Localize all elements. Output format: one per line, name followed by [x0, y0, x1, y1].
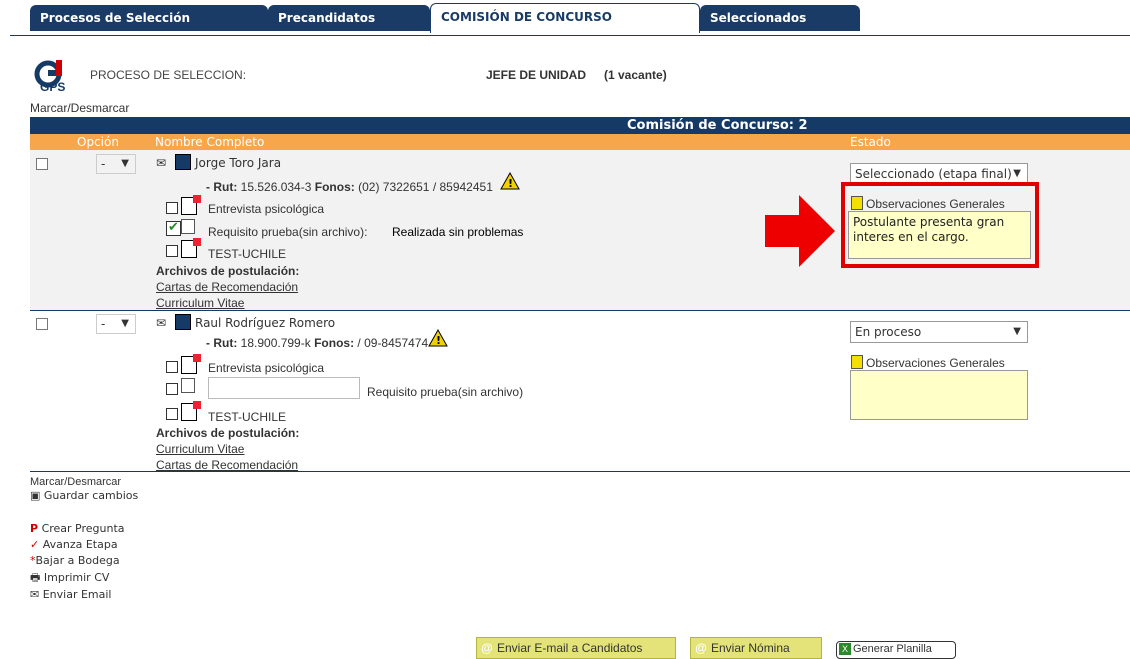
- note-icon: [851, 355, 863, 369]
- row-select-checkbox[interactable]: [36, 158, 48, 170]
- task-checkbox[interactable]: [166, 245, 178, 257]
- rut-line: - Rut: 18.900.799-k Fonos: / 09-8457474: [206, 336, 429, 350]
- task-label: Requisito prueba(sin archivo): [367, 385, 524, 399]
- warning-icon[interactable]: !: [500, 171, 520, 193]
- files-label: Archivos de postulación:: [156, 426, 300, 440]
- task-result-input[interactable]: [208, 377, 360, 399]
- col-state: Estado: [850, 135, 891, 149]
- send-nomina-button[interactable]: @ Enviar Nómina: [690, 637, 822, 659]
- email-icon[interactable]: ✉: [156, 316, 166, 330]
- profile-icon[interactable]: [175, 154, 191, 170]
- state-select[interactable]: En proceso ▼: [850, 321, 1028, 343]
- edit-icon[interactable]: [181, 378, 195, 393]
- row-divider: [30, 310, 1130, 311]
- upload-icon[interactable]: [181, 238, 201, 258]
- envelope-icon: ✉: [30, 588, 40, 601]
- candidate-name[interactable]: Raul Rodríguez Romero: [195, 316, 335, 330]
- row-select-checkbox[interactable]: [36, 318, 48, 330]
- printer-icon: 🖶: [30, 571, 41, 584]
- toggle-all-top[interactable]: Marcar/Desmarcar: [30, 101, 129, 115]
- task-label: TEST-UCHILE: [208, 410, 287, 424]
- task-checkbox[interactable]: [166, 408, 178, 420]
- excel-icon: X: [839, 643, 851, 655]
- table-title: Comisión de Concurso: 2: [627, 118, 808, 133]
- tab-comision[interactable]: COMISIÓN DE CONCURSO: [430, 3, 700, 33]
- email-icon[interactable]: ✉: [156, 156, 166, 170]
- upload-icon[interactable]: [181, 354, 201, 374]
- task-checkbox[interactable]: [166, 383, 178, 395]
- tab-seleccionados[interactable]: Seleccionados: [700, 5, 860, 31]
- legend-create-question: P Crear Pregunta: [30, 522, 125, 535]
- obs-label: Observaciones Generales: [866, 197, 1005, 211]
- at-icon: @: [481, 641, 493, 655]
- tab-bar: Procesos de Selección Precandidatos COMI…: [0, 0, 1130, 35]
- svg-text:!: !: [508, 177, 513, 190]
- warning-icon[interactable]: !: [428, 328, 448, 350]
- file-link[interactable]: Curriculum Vitae: [156, 296, 244, 310]
- vacancies: (1 vacante): [604, 68, 667, 82]
- col-option: Opción: [77, 135, 119, 149]
- task-checkbox-checked[interactable]: ✔: [166, 221, 181, 236]
- svg-text:!: !: [436, 334, 441, 347]
- legend-email: ✉ Enviar Email: [30, 588, 112, 601]
- task-label: Entrevista psicológica: [208, 202, 325, 216]
- at-icon: @: [695, 641, 707, 655]
- tab-precandidatos[interactable]: Precandidatos: [268, 5, 430, 31]
- job-title: JEFE DE UNIDAD: [486, 68, 587, 82]
- option-select[interactable]: - ▼: [96, 314, 136, 334]
- task-label: Entrevista psicológica: [208, 361, 325, 375]
- legend-print: 🖶 Imprimir CV: [30, 571, 110, 584]
- obs-textarea[interactable]: Postulante presenta gran interes en el c…: [848, 211, 1031, 259]
- upload-icon[interactable]: [181, 195, 201, 215]
- obs-textarea[interactable]: [850, 370, 1028, 420]
- table-title-bar: Comisión de Concurso: 2: [30, 117, 1130, 134]
- col-name: Nombre Completo: [155, 135, 265, 149]
- logo-text: GPS: [40, 80, 66, 94]
- task-checkbox[interactable]: [166, 361, 178, 373]
- rut-line: - Rut: 15.526.034-3 Fonos: (02) 7322651 …: [206, 180, 493, 194]
- tab-underline: [10, 35, 1130, 36]
- generate-sheet-button[interactable]: X Generar Planilla: [836, 641, 956, 659]
- save-button[interactable]: ▣ Guardar cambios: [30, 489, 138, 502]
- file-link[interactable]: Cartas de Recomendación: [156, 280, 298, 294]
- files-label: Archivos de postulación:: [156, 264, 300, 278]
- edit-icon[interactable]: [181, 219, 195, 234]
- send-email-button[interactable]: @ Enviar E-mail a Candidatos: [476, 637, 676, 659]
- legend-storage: *Bajar a Bodega: [30, 554, 120, 567]
- task-result: Realizada sin problemas: [392, 225, 524, 239]
- row-divider: [30, 471, 1130, 472]
- save-icon: ▣: [30, 489, 41, 502]
- tab-procesos[interactable]: Procesos de Selección: [30, 5, 268, 31]
- table-header-row: Opción Nombre Completo Estado: [30, 134, 1130, 150]
- task-label: Requisito prueba(sin archivo):: [208, 225, 368, 239]
- red-arrow-icon: [765, 195, 835, 270]
- profile-icon[interactable]: [175, 314, 191, 330]
- legend-advance: ✓ Avanza Etapa: [30, 538, 118, 551]
- option-select[interactable]: - ▼: [96, 154, 136, 174]
- upload-icon[interactable]: [181, 401, 201, 421]
- file-link[interactable]: Curriculum Vitae: [156, 442, 244, 456]
- task-label: TEST-UCHILE: [208, 247, 287, 261]
- process-label: PROCESO DE SELECCION:: [90, 68, 247, 82]
- note-icon: [851, 196, 863, 210]
- task-checkbox[interactable]: [166, 202, 178, 214]
- obs-label: Observaciones Generales: [866, 356, 1005, 370]
- toggle-all-bottom[interactable]: Marcar/Desmarcar: [30, 476, 121, 488]
- file-link[interactable]: Cartas de Recomendación: [156, 458, 298, 472]
- candidate-name[interactable]: Jorge Toro Jara: [195, 156, 281, 170]
